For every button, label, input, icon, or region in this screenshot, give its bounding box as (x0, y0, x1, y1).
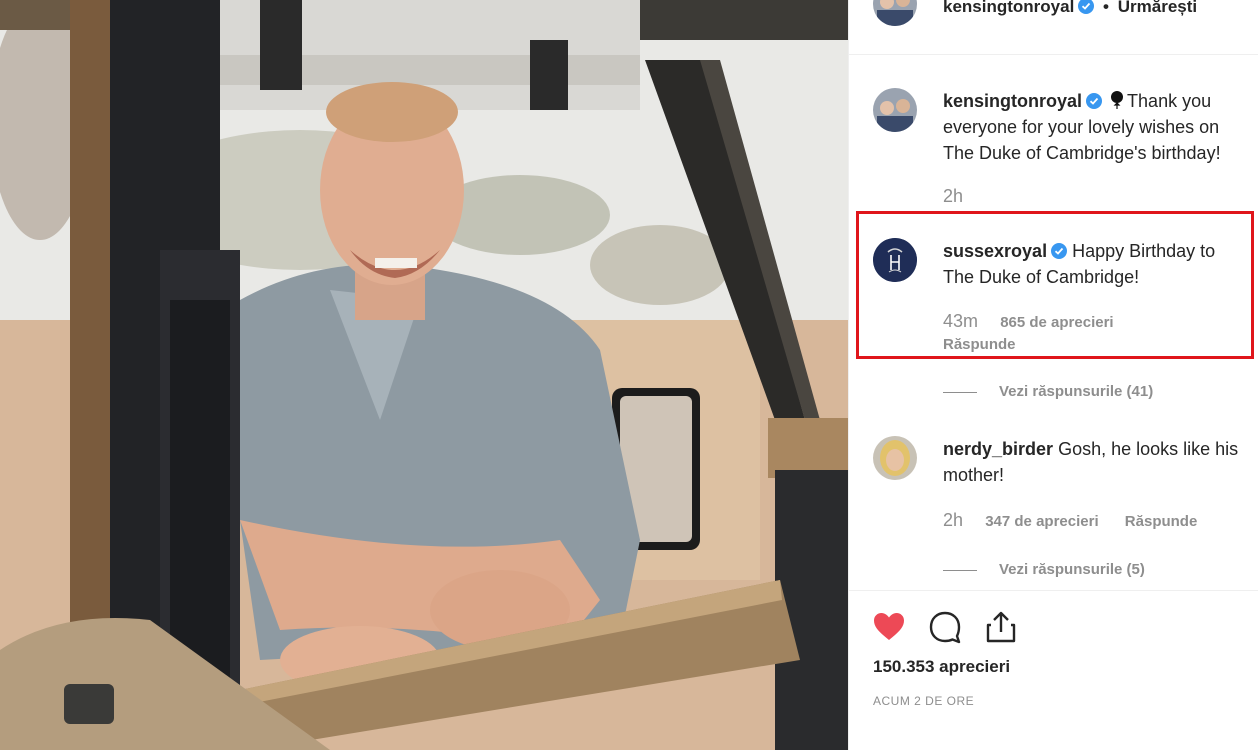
post-photo[interactable] (0, 0, 848, 750)
comment-icon[interactable] (927, 609, 963, 645)
nerdy-birder-comment: nerdy_birder Gosh, he looks like his mot… (943, 436, 1249, 488)
caption-meta: 2h (943, 186, 963, 207)
nerdy-birder-meta: 2h 347 de aprecieri Răspunde (943, 510, 1197, 531)
photo-illustration (0, 0, 848, 750)
sussexroyal-avatar[interactable] (873, 238, 917, 282)
kensingtonroyal-avatar[interactable] (873, 0, 917, 26)
nerdy-birder-avatar[interactable] (873, 436, 917, 480)
reply-button[interactable]: Răspunde (1125, 513, 1198, 530)
sussexroyal-reply: Răspunde (943, 336, 1016, 353)
caption-comment: kensingtonroyal Thank you everyone for y… (943, 88, 1249, 166)
view-replies-41[interactable]: Vezi răspunsurile (41) (943, 383, 1153, 400)
comment-username[interactable]: nerdy_birder (943, 439, 1053, 459)
replies-divider (943, 391, 977, 393)
comment-likes[interactable]: 347 de aprecieri (985, 513, 1098, 530)
heart-icon[interactable] (871, 609, 907, 645)
verified-badge-icon (1086, 90, 1103, 109)
header-username[interactable]: kensingtonroyal (943, 0, 1074, 16)
comment-likes[interactable]: 865 de aprecieri (1000, 314, 1113, 331)
reply-button[interactable]: Răspunde (943, 336, 1016, 353)
balloon-icon (1110, 90, 1124, 109)
view-replies-5[interactable]: Vezi răspunsurile (5) (943, 561, 1145, 578)
share-icon[interactable] (983, 609, 1019, 645)
comment-time[interactable]: 2h (943, 186, 963, 206)
sussexroyal-comment: sussexroyal Happy Birthday to The Duke o… (943, 238, 1249, 290)
comment-time[interactable]: 2h (943, 510, 963, 530)
view-replies-label[interactable]: Vezi răspunsurile (5) (999, 561, 1145, 578)
comment-time[interactable]: 43m (943, 311, 978, 331)
view-replies-label[interactable]: Vezi răspunsurile (41) (999, 383, 1153, 400)
post-actions: 150.353 aprecieri ACUM 2 DE ORE (849, 590, 1258, 751)
verified-badge-icon (1051, 240, 1068, 259)
post-header: kensingtonroyal • Urmărești (849, 0, 1258, 55)
kensingtonroyal-comment-avatar[interactable] (873, 88, 917, 132)
header-separator: • (1103, 0, 1109, 16)
comments-panel: kensingtonroyal • Urmărești kensingtonro… (848, 0, 1258, 750)
like-count[interactable]: 150.353 aprecieri (873, 657, 1010, 677)
comment-username[interactable]: sussexroyal (943, 241, 1047, 261)
header-user-line: kensingtonroyal • Urmărești (943, 0, 1197, 17)
follow-status-button[interactable]: Urmărești (1118, 0, 1197, 16)
verified-badge-icon (1078, 0, 1095, 14)
sussexroyal-meta: 43m 865 de aprecieri (943, 311, 1114, 332)
post-timestamp[interactable]: ACUM 2 DE ORE (873, 694, 974, 708)
comment-username[interactable]: kensingtonroyal (943, 91, 1082, 111)
replies-divider (943, 569, 977, 571)
